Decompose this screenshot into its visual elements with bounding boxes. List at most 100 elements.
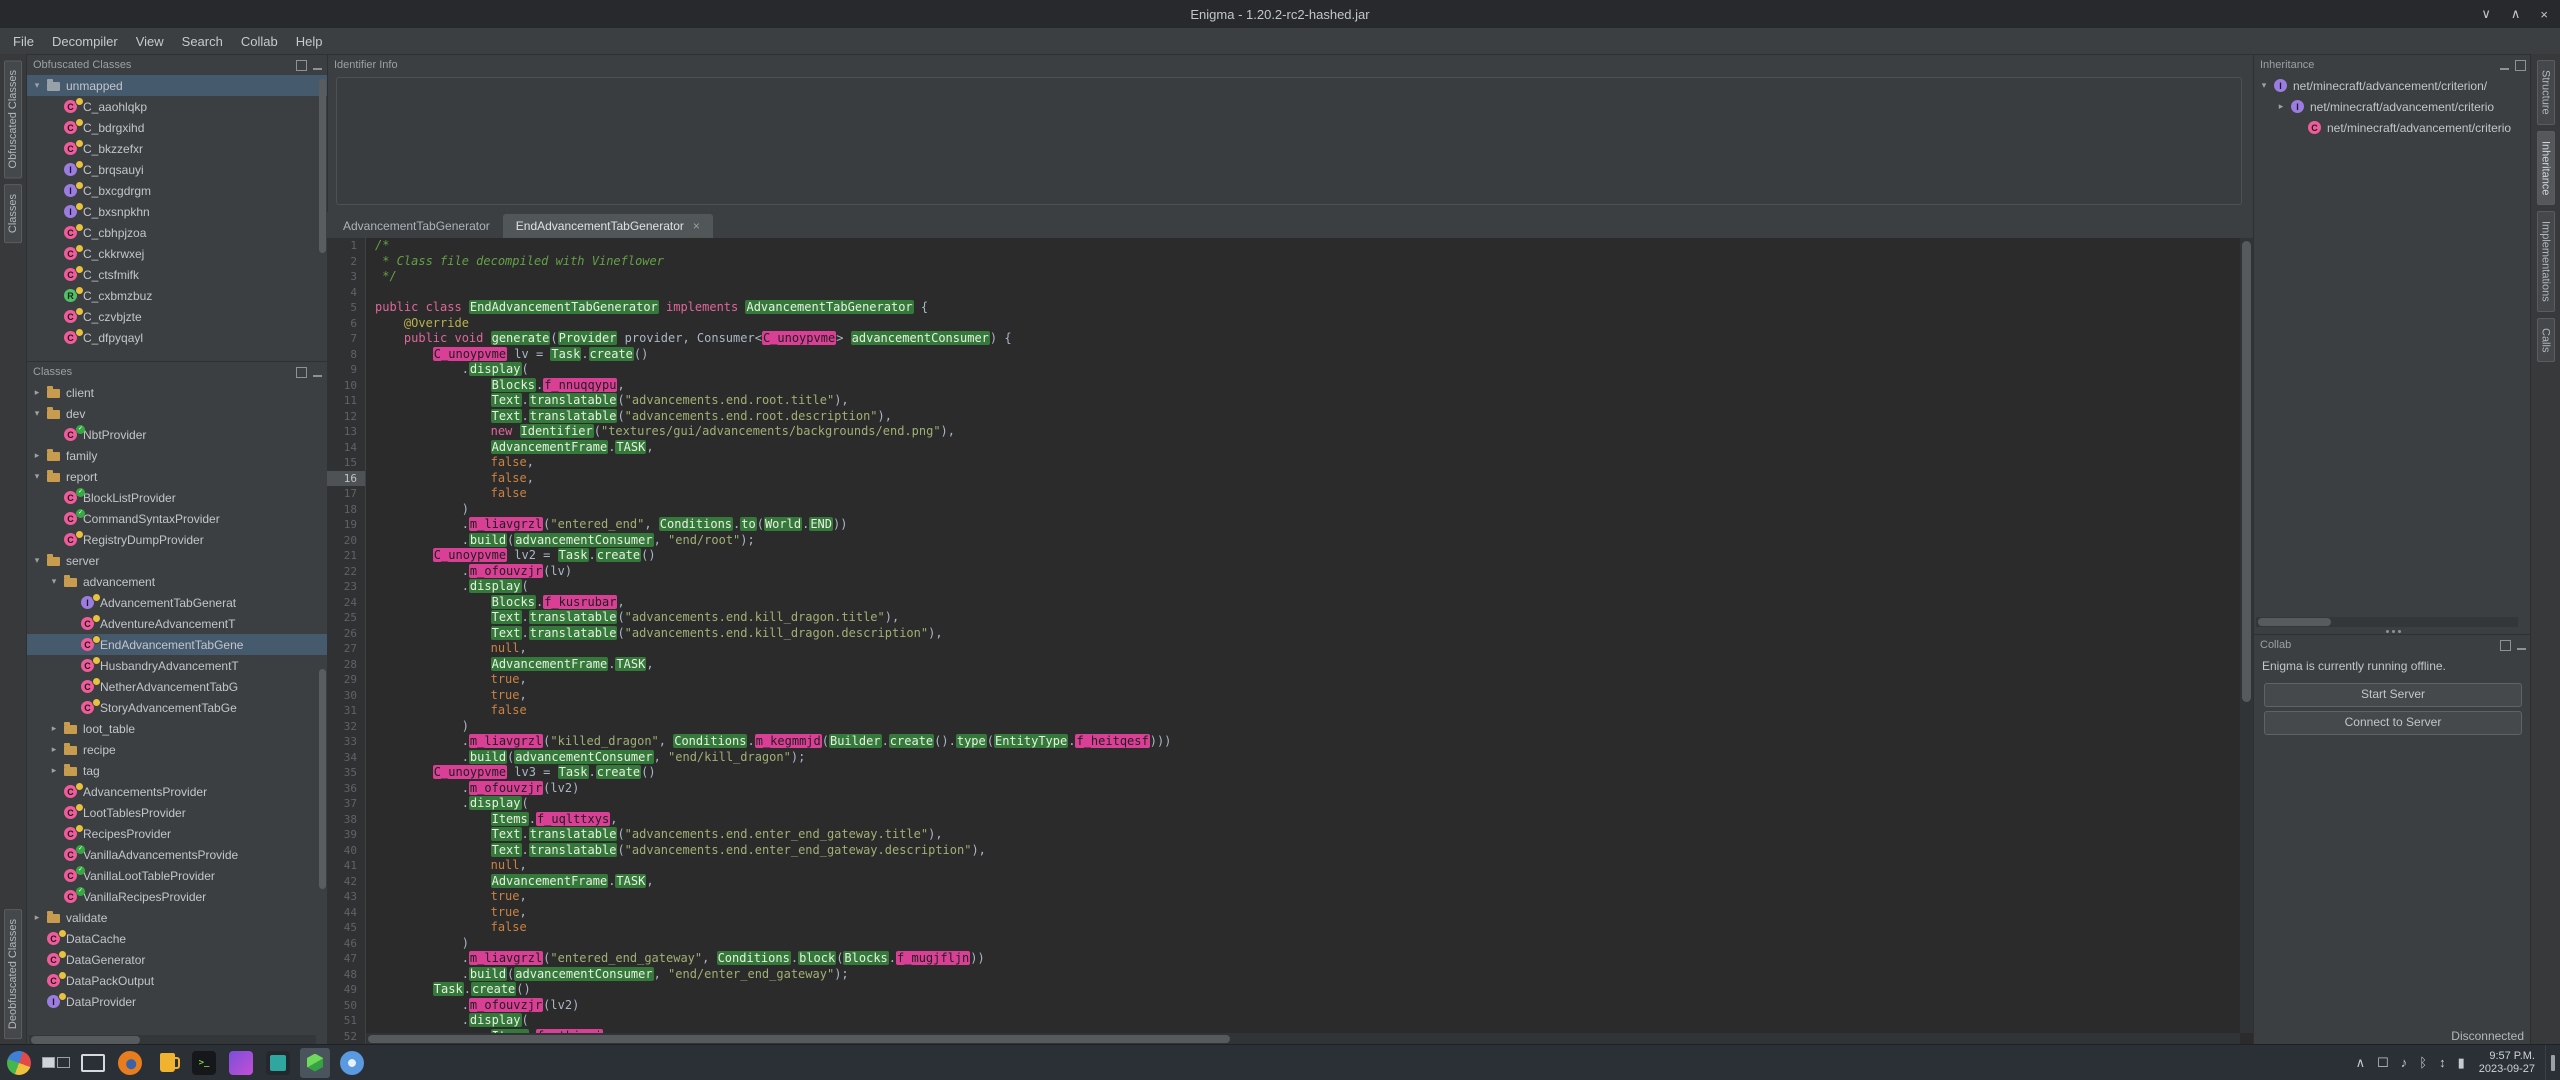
class-item[interactable]: C✓VanillaLootTableProvider [27,865,328,886]
obfuscated-token[interactable]: m_kegmmjd [755,734,822,748]
mapped-token[interactable]: Task [433,982,464,996]
inheritance-item[interactable]: Cnet/minecraft/advancement/criterio [2254,117,2532,138]
mapped-token[interactable]: display [469,362,522,376]
editor-code[interactable]: /* * Class file decompiled with Vineflow… [366,238,2239,1045]
minimize-panel-icon[interactable] [2500,61,2509,70]
class-item[interactable]: ▸tag [27,760,328,781]
editor-vscrollbar[interactable] [2240,238,2253,1033]
clock[interactable]: 9:57 P.M. 2023-09-27 [2479,1050,2535,1076]
dock-tab-inheritance[interactable]: Inheritance [2537,131,2555,205]
class-item[interactable]: CEndAdvancementTabGene [27,634,328,655]
dock-tab-implementations[interactable]: Implementations [2537,211,2555,312]
tree-down-arrow-icon[interactable]: ▾ [48,576,60,587]
tree-down-arrow-icon[interactable]: ▾ [31,471,43,482]
enigma-task-icon[interactable] [300,1048,330,1078]
obfuscated-class-item[interactable]: ▾unmapped [27,75,328,96]
class-item[interactable]: ▸family [27,445,328,466]
menu-collab[interactable]: Collab [232,31,287,52]
mapped-token[interactable]: build [469,750,507,764]
class-item[interactable]: CDataGenerator [27,949,328,970]
float-panel-icon[interactable] [2500,640,2511,651]
tray-bluetooth-icon[interactable]: ᛒ [2419,1055,2427,1070]
mapped-token[interactable]: World [764,517,802,531]
class-item[interactable]: C✓VanillaAdvancementsProvide [27,844,328,865]
class-item[interactable]: ▸client [27,382,328,403]
obfuscated-token[interactable]: f_uqlttxys [536,812,610,826]
classes-tree-scrollbar[interactable] [318,384,327,1032]
tree-right-arrow-icon[interactable]: ▸ [2275,101,2287,112]
class-item[interactable]: CDataPackOutput [27,970,328,991]
mapped-token[interactable]: translatable [529,393,618,407]
terminal-icon[interactable] [189,1048,219,1078]
inheritance-hscrollbar[interactable] [2256,617,2518,627]
obfuscated-class-item[interactable]: CC_aaohlqkp [27,96,328,117]
obfuscated-class-item[interactable]: IC_bxsnpkhn [27,201,328,222]
mapped-token[interactable]: advancementConsumer [514,967,653,981]
mapped-token[interactable]: TASK [615,657,646,671]
window-titlebar[interactable]: Enigma - 1.20.2-rc2-hashed.jar ∨∧× [0,0,2560,29]
class-item[interactable]: CAdvancementsProvider [27,781,328,802]
tree-down-arrow-icon[interactable]: ▾ [2258,80,2270,91]
mapped-token[interactable]: translatable [529,626,618,640]
code-editor[interactable]: 1234567891011121314151617181920212223242… [327,238,2253,1045]
tree-down-arrow-icon[interactable]: ▾ [31,408,43,419]
class-item[interactable]: ▸validate [27,907,328,928]
mapped-token[interactable]: TASK [615,440,646,454]
menu-view[interactable]: View [127,31,173,52]
menu-search[interactable]: Search [173,31,232,52]
maximize-icon[interactable]: ∧ [2511,6,2521,22]
mapped-token[interactable]: Task [558,765,589,779]
mapped-token[interactable]: Blocks [491,595,536,609]
class-item[interactable]: ▾report [27,466,328,487]
obfuscated-class-item[interactable]: CC_bdrgxihd [27,117,328,138]
obfuscated-class-item[interactable]: RC_cxbmzbuz [27,285,328,306]
class-item[interactable]: CRecipesProvider [27,823,328,844]
obfuscated-class-item[interactable]: IC_brqsauyi [27,159,328,180]
mapped-token[interactable]: AdvancementFrame [491,440,609,454]
obfuscated-class-item[interactable]: IC_bxcgdrgm [27,180,328,201]
obfuscated-token[interactable]: C_unoypvme [433,765,507,779]
obfuscated-token[interactable]: C_unoypvme [762,331,836,345]
tree-right-arrow-icon[interactable]: ▸ [48,744,60,755]
mapped-token[interactable]: build [469,967,507,981]
obfuscated-token[interactable]: C_unoypvme [433,347,507,361]
start-server-button[interactable]: Start Server [2264,683,2522,707]
mapped-token[interactable]: Task [558,548,589,562]
mapped-token[interactable]: create [589,347,634,361]
tree-right-arrow-icon[interactable]: ▸ [48,765,60,776]
mapped-token[interactable]: create [596,548,641,562]
float-panel-icon[interactable] [296,367,307,378]
mapped-token[interactable]: Text [491,843,522,857]
close-icon[interactable]: × [2540,7,2548,22]
mapped-token[interactable]: to [740,517,756,531]
mapped-token[interactable]: Builder [829,734,882,748]
class-item[interactable]: IDataProvider [27,991,328,1012]
class-item[interactable]: C✓NbtProvider [27,424,328,445]
obfuscated-token[interactable]: m_liavgrzl [469,734,543,748]
show-desktop-icon[interactable] [78,1048,108,1078]
tray-battery-icon[interactable]: ▮ [2458,1055,2465,1071]
mapped-token[interactable]: Items [491,812,529,826]
minimize-icon[interactable]: ∨ [2481,6,2491,22]
tray-display-icon[interactable]: ☐ [2377,1055,2389,1071]
inheritance-item[interactable]: ▾Inet/minecraft/advancement/criterion/ [2254,75,2532,96]
class-item[interactable]: CNetherAdvancementTabG [27,676,328,697]
obfuscated-tree-scrollbar[interactable] [318,77,327,358]
mapped-token[interactable]: create [889,734,934,748]
mapped-token[interactable]: type [956,734,987,748]
inheritance-item[interactable]: ▸Inet/minecraft/advancement/criterio [2254,96,2532,117]
tree-down-arrow-icon[interactable]: ▾ [31,80,43,91]
app-launcher-icon[interactable] [4,1048,34,1078]
mapped-token[interactable]: translatable [529,827,618,841]
mapped-token[interactable]: Task [550,347,581,361]
class-item[interactable]: IAdvancementTabGenerat [27,592,328,613]
mapped-token[interactable]: advancementConsumer [514,750,653,764]
obfuscated-token[interactable]: m_ofouvzjr [469,781,543,795]
menu-file[interactable]: File [4,31,43,52]
tree-right-arrow-icon[interactable]: ▸ [48,723,60,734]
dock-tab-deobfuscated-classes[interactable]: Deobfuscated Classes [4,909,22,1039]
class-item[interactable]: CRegistryDumpProvider [27,529,328,550]
mapped-token[interactable]: Blocks [491,378,536,392]
purple-app-icon[interactable] [226,1048,256,1078]
minimize-panel-icon[interactable] [313,61,322,70]
